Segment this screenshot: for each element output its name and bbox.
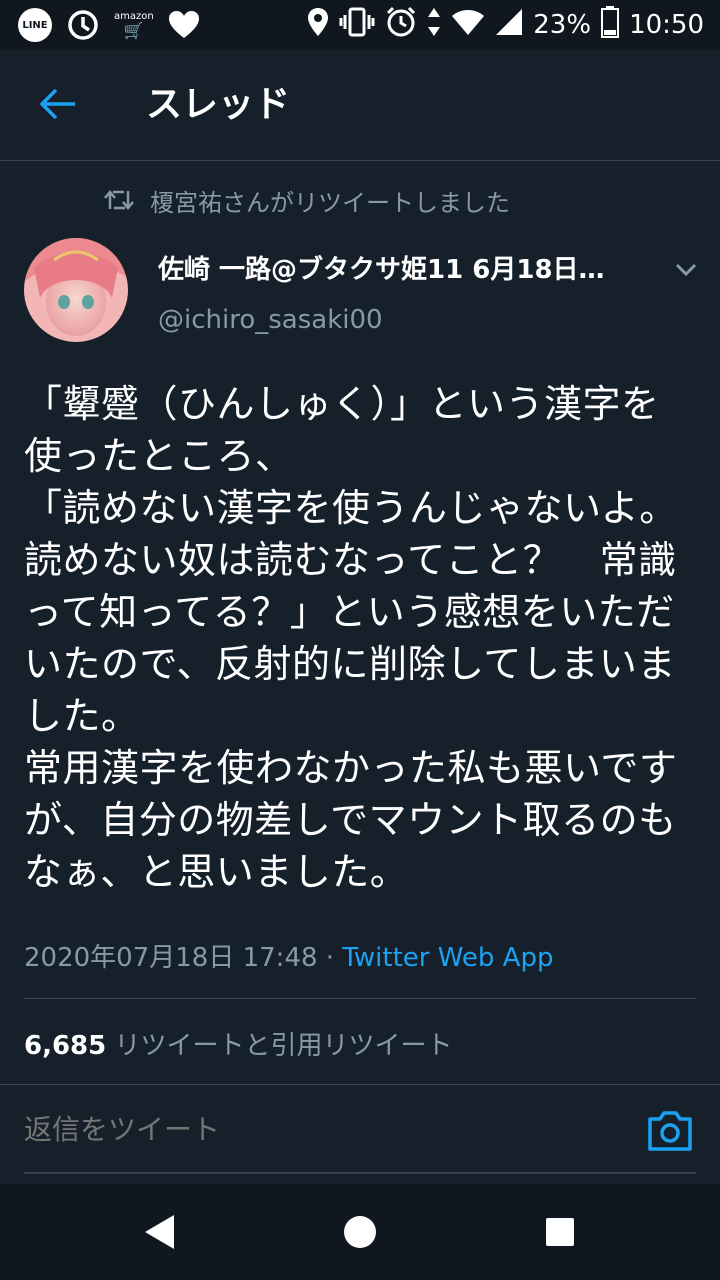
nav-home-button[interactable] (336, 1208, 384, 1256)
retweet-label: 榎宮祐さんがリツイートしました (150, 188, 510, 217)
reply-underline (24, 1172, 696, 1174)
line-icon-label: LINE (22, 19, 48, 31)
retweet-icon (104, 190, 134, 210)
nav-recents-button[interactable] (536, 1208, 584, 1256)
signal-icon (495, 8, 523, 43)
back-arrow-icon (40, 88, 75, 120)
camera-icon (648, 1111, 692, 1151)
triangle-back-icon (145, 1215, 174, 1249)
retweet-indicator[interactable]: 榎宮祐さんがリツイートしました (104, 180, 510, 220)
battery-icon (601, 5, 620, 45)
battery-percent: 23% (533, 10, 592, 40)
camera-button[interactable] (646, 1109, 694, 1153)
square-recents-icon (546, 1218, 574, 1246)
page-title: スレッド (146, 84, 291, 125)
divider (24, 998, 696, 999)
avatar[interactable] (24, 238, 128, 342)
reply-bar (0, 1084, 720, 1175)
reply-input[interactable] (24, 1107, 604, 1153)
system-status-icons: 23% 10:50 (307, 5, 704, 45)
nav-back-button[interactable] (136, 1208, 184, 1256)
retweet-stats[interactable]: 6,685 リツイートと引用リツイート (24, 1024, 453, 1068)
tweet-text: 「顰蹙（ひんしゅく）」という漢字を使ったところ、 「読めない漢字を使うんじゃない… (24, 382, 678, 894)
vibrate-icon (339, 7, 375, 44)
status-bar: LINE amazon 🛒 23% 10:50 (0, 0, 720, 50)
retweet-count: 6,685 (24, 1031, 107, 1061)
heart-icon (168, 10, 200, 40)
wifi-icon (451, 8, 485, 43)
source-app-link[interactable]: Twitter Web App (342, 943, 553, 973)
amazon-icon: amazon 🛒 (114, 11, 154, 40)
retweet-stats-label: リツイートと引用リツイート (106, 1031, 453, 1061)
clock-time: 10:50 (629, 10, 704, 40)
notification-icons: LINE amazon 🛒 (18, 6, 200, 44)
line-app-icon: LINE (18, 8, 52, 42)
data-arrows-icon (427, 7, 441, 44)
tweet-timestamp[interactable]: 2020年07月18日 17:48 (24, 943, 318, 973)
author-handle[interactable]: @ichiro_sasaki00 (158, 300, 383, 340)
sync-icon (66, 8, 100, 42)
meta-separator: · (317, 943, 343, 973)
alarm-icon (385, 6, 417, 45)
chevron-down-icon (675, 263, 697, 277)
app-header: スレッド (0, 50, 720, 161)
back-button[interactable] (32, 78, 84, 130)
circle-home-icon (344, 1216, 376, 1248)
tweet-meta: 2020年07月18日 17:48 · Twitter Web App (24, 936, 553, 980)
tweet-options-button[interactable] (664, 254, 708, 286)
system-nav-bar (0, 1184, 720, 1280)
author-name[interactable]: 佐崎 一路@ブタクサ姫11 6月18日… (158, 250, 638, 290)
location-icon (307, 7, 329, 44)
